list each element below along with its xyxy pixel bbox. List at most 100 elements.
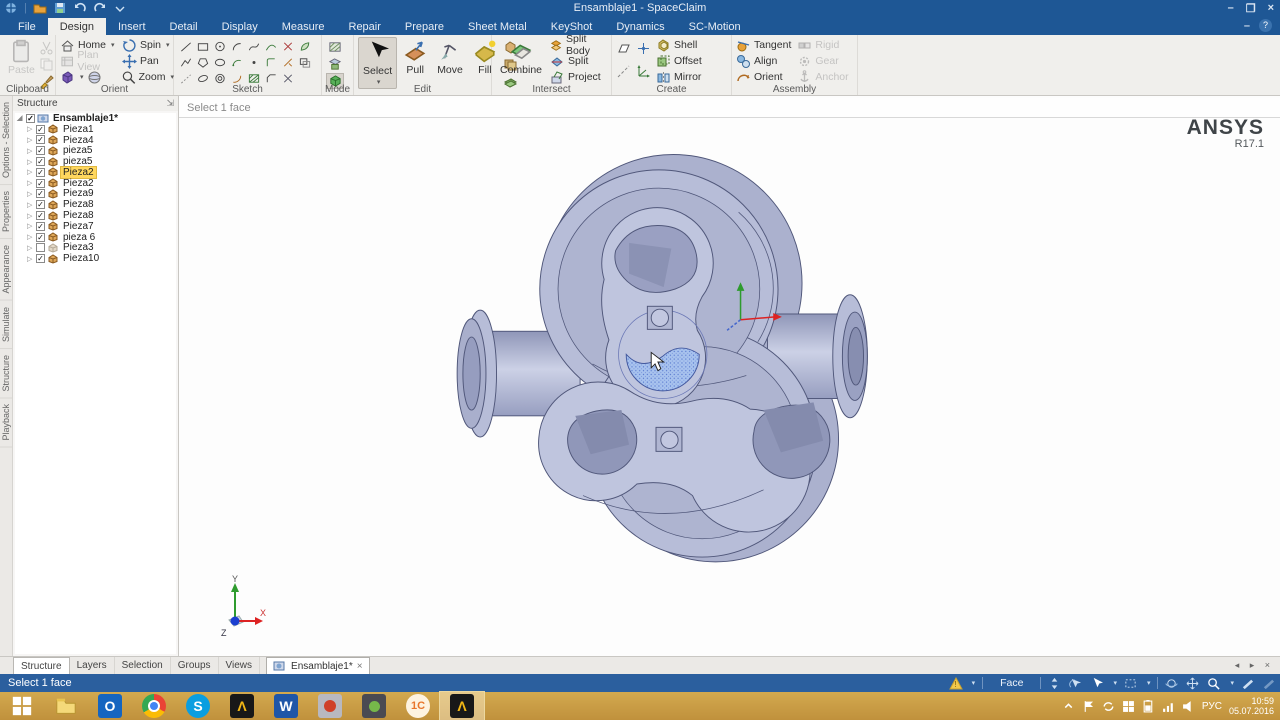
network-icon[interactable] [1162,700,1175,713]
axis-button[interactable] [616,64,631,79]
taskbar-outlook-icon[interactable]: O [88,692,132,720]
expander-icon[interactable]: ▷ [27,147,36,155]
sketch-tool-hatch-icon[interactable] [246,71,261,85]
plan-view-button[interactable]: Plan View [60,49,122,73]
tree-item[interactable]: ▷ ✓ Pieza9 [15,188,176,199]
tree-item[interactable]: ▷ ✓ Pieza8 [15,199,176,210]
ribbon-tab-sc-motion[interactable]: SC-Motion [677,18,753,35]
3d-model[interactable] [179,118,1280,656]
side-tab-properties[interactable]: Properties [0,185,12,240]
tree-item[interactable]: ▷ ✓ Pieza2 [15,178,176,189]
expander-icon[interactable]: ▷ [27,158,36,166]
tree-root-item[interactable]: ◢ ✓ Ensamblaje1* [15,113,176,124]
selection-type-label[interactable]: Face [990,677,1033,689]
visibility-checkbox[interactable]: ✓ [36,200,45,210]
expander-icon[interactable]: ▷ [27,201,36,209]
tree-item[interactable]: ▷ ✓ Pieza4 [15,135,176,146]
help-icon[interactable]: ? [1259,19,1272,32]
expander-icon[interactable]: ▷ [27,179,36,187]
expander-icon[interactable]: ▷ [27,222,36,230]
language-indicator[interactable]: РУС [1202,701,1222,712]
restore-button[interactable]: ❐ [1246,2,1256,15]
flag-icon[interactable] [1082,700,1095,713]
expander-icon[interactable]: ▷ [27,212,36,220]
plane-button[interactable] [616,41,631,56]
section-mode-button[interactable] [326,56,344,72]
rigid-button[interactable]: Rigid [797,37,848,53]
visibility-checkbox[interactable]: ✓ [36,254,45,264]
expander-icon[interactable]: ▷ [27,125,36,133]
ribbon-tab-prepare[interactable]: Prepare [393,18,456,35]
updown-icon[interactable] [1048,677,1062,690]
pan-button[interactable]: Pan [122,53,174,69]
tree-item[interactable]: ▷ ✓ Pieza8 [15,210,176,221]
split-body-button[interactable]: Split Body [550,33,607,57]
visibility-checkbox[interactable]: ✓ [26,113,35,123]
visibility-checkbox[interactable]: ✓ [36,135,45,145]
select-tool-icon[interactable] [1090,677,1104,690]
visibility-checkbox[interactable]: ✓ [36,221,45,231]
point-button[interactable] [636,41,651,56]
sketch-tool-pline-icon[interactable] [178,55,193,69]
paste-button[interactable]: Paste [4,37,39,89]
sketch-tool-sweep-icon[interactable] [229,71,244,85]
side-tab-structure[interactable]: Structure [0,348,12,399]
expander-icon[interactable]: ▷ [27,168,36,176]
sketch-tool-arc-icon[interactable] [229,39,244,53]
expander-icon[interactable]: ▷ [27,244,36,252]
taskbar-skype-icon[interactable]: S [176,692,220,720]
panel-tab-layers[interactable]: Layers [70,657,115,674]
sketch-tool-circle-icon[interactable] [212,39,227,53]
orbit-icon[interactable] [1165,677,1179,690]
sketch-tool-offset-icon[interactable] [297,55,312,69]
sketch-tool-cut-icon[interactable] [280,71,295,85]
taskbar-start-button[interactable] [0,692,44,720]
taskbar-explorer-icon[interactable] [44,692,88,720]
pin-icon[interactable]: ⇲ [166,98,174,109]
expander-icon[interactable]: ▷ [27,255,36,263]
taskbar-spaceclaim-icon[interactable]: Λ [439,691,485,720]
taskbar-photos-icon[interactable] [308,692,352,720]
tree-item[interactable]: ▷ ✓ pieza5 [15,145,176,156]
sketch-tool-poly-icon[interactable] [195,55,210,69]
tree-item[interactable]: ▷ ✓ Pieza2 [15,165,176,179]
sketch-tool-cross-icon[interactable] [280,39,295,53]
ribbon-tab-detail[interactable]: Detail [158,18,210,35]
align-button[interactable]: Align [736,53,791,69]
orient-button[interactable]: Orient [736,69,791,85]
sketch-tool-line-icon[interactable] [178,39,193,53]
gear-button[interactable]: Gear [797,53,848,69]
anchor-button[interactable]: Anchor [797,69,849,85]
expander-icon[interactable]: ◢ [17,114,26,122]
document-tab[interactable]: Ensamblaje1* × [266,657,370,674]
sketch-mode-button[interactable] [326,39,344,55]
expander-icon[interactable]: ▷ [27,190,36,198]
zoom-tool-icon[interactable] [1207,677,1221,690]
offset-button[interactable]: Offset [656,53,702,69]
ribbon-tab-file[interactable]: File [6,18,48,35]
windows-tray-icon[interactable] [1122,700,1135,713]
copy-icon[interactable] [39,57,54,72]
tree-item[interactable]: ▷ ✓ Pieza10 [15,253,176,264]
ribbon-tab-sheet-metal[interactable]: Sheet Metal [456,18,539,35]
tray-expand-icon[interactable] [1062,700,1075,713]
taskbar-ansys-icon[interactable]: Λ [220,692,264,720]
sketch-tool-trim-icon[interactable] [280,55,295,69]
project-button[interactable]: Project [550,69,607,85]
sketch-tool-corner-icon[interactable] [263,55,278,69]
pan-tool-icon[interactable] [1186,677,1200,690]
sketch-tool-construction-icon[interactable] [178,71,193,85]
sketch-tool-ellipse-icon[interactable] [212,55,227,69]
ribbon-tab-insert[interactable]: Insert [106,18,158,35]
sketch-tool-concentric-icon[interactable] [212,71,227,85]
tree-item[interactable]: ▷ ✓ pieza5 [15,156,176,167]
tray-clock[interactable]: 10:59 05.07.2016 [1229,696,1278,716]
visibility-checkbox[interactable]: ✓ [36,211,45,221]
panel-tab-groups[interactable]: Groups [171,657,219,674]
visibility-checkbox[interactable]: ✓ [36,189,45,199]
previous-selection-icon[interactable] [1069,677,1083,690]
ribbon-tab-repair[interactable]: Repair [337,18,393,35]
split-button[interactable]: Split [550,53,607,69]
zoom-button[interactable]: Zoom ▾ [122,69,174,85]
panel-tab-selection[interactable]: Selection [115,657,171,674]
